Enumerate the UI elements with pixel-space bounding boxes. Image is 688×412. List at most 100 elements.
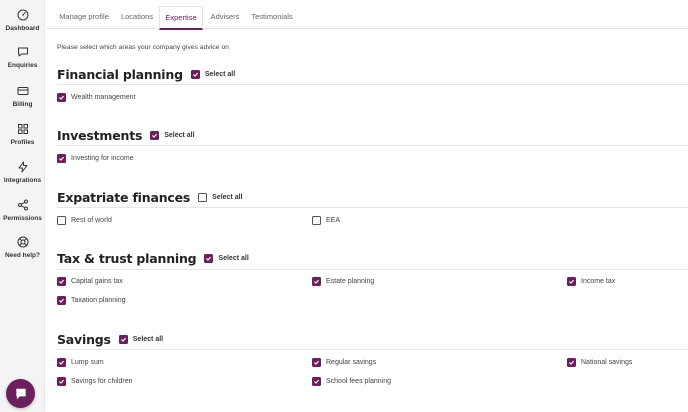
section-savings: Savings Select all	[57, 332, 163, 347]
option-checkbox[interactable]	[567, 358, 576, 367]
tab-testimonials[interactable]: Testimonials	[248, 6, 296, 29]
grid-icon	[17, 124, 28, 134]
select-all-checkbox[interactable]	[118, 335, 128, 344]
select-all-checkbox[interactable]	[190, 70, 200, 79]
sidebar-item-billing[interactable]: Billing	[0, 85, 45, 108]
sidebar-item-enquiries[interactable]: Enquiries	[0, 46, 45, 69]
option-label: Savings for children	[71, 378, 133, 385]
option-eea[interactable]: EEA	[312, 216, 340, 225]
option-label: Capital gains tax	[71, 278, 123, 285]
section-divider	[57, 145, 688, 146]
option-checkbox[interactable]	[567, 277, 576, 286]
checkmark-icon	[314, 279, 320, 284]
select-all-expatriate-finances[interactable]: Select all	[198, 193, 243, 202]
intro-text: Please select which areas your company g…	[57, 44, 229, 51]
tab-manage-profile[interactable]: Manage profile	[55, 6, 113, 29]
option-taxation-planning[interactable]: Taxation planning	[57, 296, 126, 305]
option-checkbox[interactable]	[312, 377, 321, 386]
select-all-checkbox[interactable]	[198, 193, 208, 202]
sidebar-item-label: Permissions	[3, 215, 42, 222]
option-label: School fees planning	[326, 378, 391, 385]
option-school-fees-planning[interactable]: School fees planning	[312, 377, 391, 386]
tab-expertise[interactable]: Expertise	[159, 6, 203, 30]
sidebar-item-permissions[interactable]: Permissions	[0, 199, 45, 222]
option-checkbox[interactable]	[57, 216, 66, 225]
speech-bubble-icon	[17, 47, 28, 57]
option-checkbox[interactable]	[312, 277, 321, 286]
select-all-checkbox[interactable]	[204, 254, 214, 263]
option-label: National savings	[581, 359, 633, 366]
option-income-tax[interactable]: Income tax	[567, 277, 615, 286]
sidebar-item-label: Dashboard	[5, 25, 40, 32]
tab-bar: Manage profile Locations Expertise Advis…	[46, 6, 688, 30]
checkmark-icon	[192, 72, 198, 77]
sidebar-item-label: Billing	[12, 101, 33, 108]
section-title: Investments	[57, 128, 143, 143]
option-label: Wealth management	[71, 94, 136, 101]
checkmark-icon	[314, 360, 320, 365]
option-savings-for-children[interactable]: Savings for children	[57, 377, 132, 386]
option-checkbox[interactable]	[312, 358, 321, 367]
option-rest-of-world[interactable]: Rest of world	[57, 216, 112, 225]
option-regular-savings[interactable]: Regular savings	[312, 358, 376, 367]
sidebar-item-label: Integrations	[3, 177, 42, 184]
select-all-investments[interactable]: Select all	[150, 131, 195, 140]
share-nodes-icon	[17, 199, 28, 211]
option-lump-sum[interactable]: Lump sum	[57, 358, 104, 367]
credit-card-icon	[17, 87, 28, 95]
checkmark-icon	[314, 379, 320, 384]
tab-locations[interactable]: Locations	[116, 6, 158, 29]
checkmark-icon	[59, 95, 65, 100]
select-all-label: Select all	[132, 336, 164, 343]
option-capital-gains-tax[interactable]: Capital gains tax	[57, 277, 123, 286]
option-label: Income tax	[581, 278, 616, 285]
option-checkbox[interactable]	[312, 216, 321, 225]
sidebar-item-dashboard[interactable]: Dashboard	[0, 9, 45, 32]
section-financial-planning: Financial planning Select all	[57, 67, 235, 82]
sidebar-item-integrations[interactable]: Integrations	[0, 161, 45, 184]
section-title: Financial planning	[57, 67, 183, 82]
section-tax-trust-planning: Tax & trust planning Select all	[57, 251, 249, 266]
sidebar-item-label: Profiles	[10, 139, 35, 146]
option-label: Regular savings	[326, 359, 377, 366]
option-checkbox[interactable]	[57, 277, 66, 286]
select-all-checkbox[interactable]	[150, 131, 160, 140]
select-all-tax-trust-planning[interactable]: Select all	[204, 254, 249, 263]
select-all-savings[interactable]: Select all	[118, 335, 164, 344]
sidebar-item-profiles[interactable]: Profiles	[0, 123, 45, 146]
tab-advisers[interactable]: Advisers	[206, 6, 244, 29]
option-checkbox[interactable]	[57, 377, 66, 386]
option-checkbox[interactable]	[57, 93, 66, 102]
select-all-financial-planning[interactable]: Select all	[190, 70, 236, 79]
option-estate-planning[interactable]: Estate planning	[312, 277, 374, 286]
section-divider	[57, 349, 688, 350]
sidebar-item-label: Enquiries	[7, 62, 38, 69]
section-divider	[57, 269, 688, 270]
dashboard-gauge-icon	[17, 9, 28, 21]
option-wealth-management[interactable]: Wealth management	[57, 93, 135, 102]
select-all-label: Select all	[204, 71, 236, 78]
main-content: Manage profile Locations Expertise Advis…	[46, 0, 688, 412]
option-national-savings[interactable]: National savings	[567, 358, 632, 367]
option-checkbox[interactable]	[57, 358, 66, 367]
option-label: Lump sum	[71, 359, 104, 366]
section-investments: Investments Select all	[57, 128, 195, 143]
select-all-label: Select all	[218, 255, 249, 262]
option-investing-for-income[interactable]: Investing for income	[57, 154, 134, 163]
option-label: EEA	[326, 217, 341, 224]
section-divider	[57, 84, 688, 85]
checkmark-icon	[152, 133, 158, 138]
option-checkbox[interactable]	[57, 296, 66, 305]
sidebar-item-need-help[interactable]: Need help?	[0, 236, 45, 259]
chat-launcher-button[interactable]	[6, 379, 35, 408]
select-all-label: Select all	[164, 132, 195, 139]
checkmark-icon	[59, 379, 65, 384]
section-title: Expatriate finances	[57, 190, 191, 205]
section-expatriate-finances: Expatriate finances Select all	[57, 190, 243, 205]
section-title: Tax & trust planning	[57, 251, 197, 266]
option-checkbox[interactable]	[57, 154, 66, 163]
lightning-icon	[18, 161, 27, 173]
option-label: Rest of world	[71, 217, 112, 224]
section-divider	[57, 207, 688, 208]
option-label: Investing for income	[71, 155, 134, 162]
